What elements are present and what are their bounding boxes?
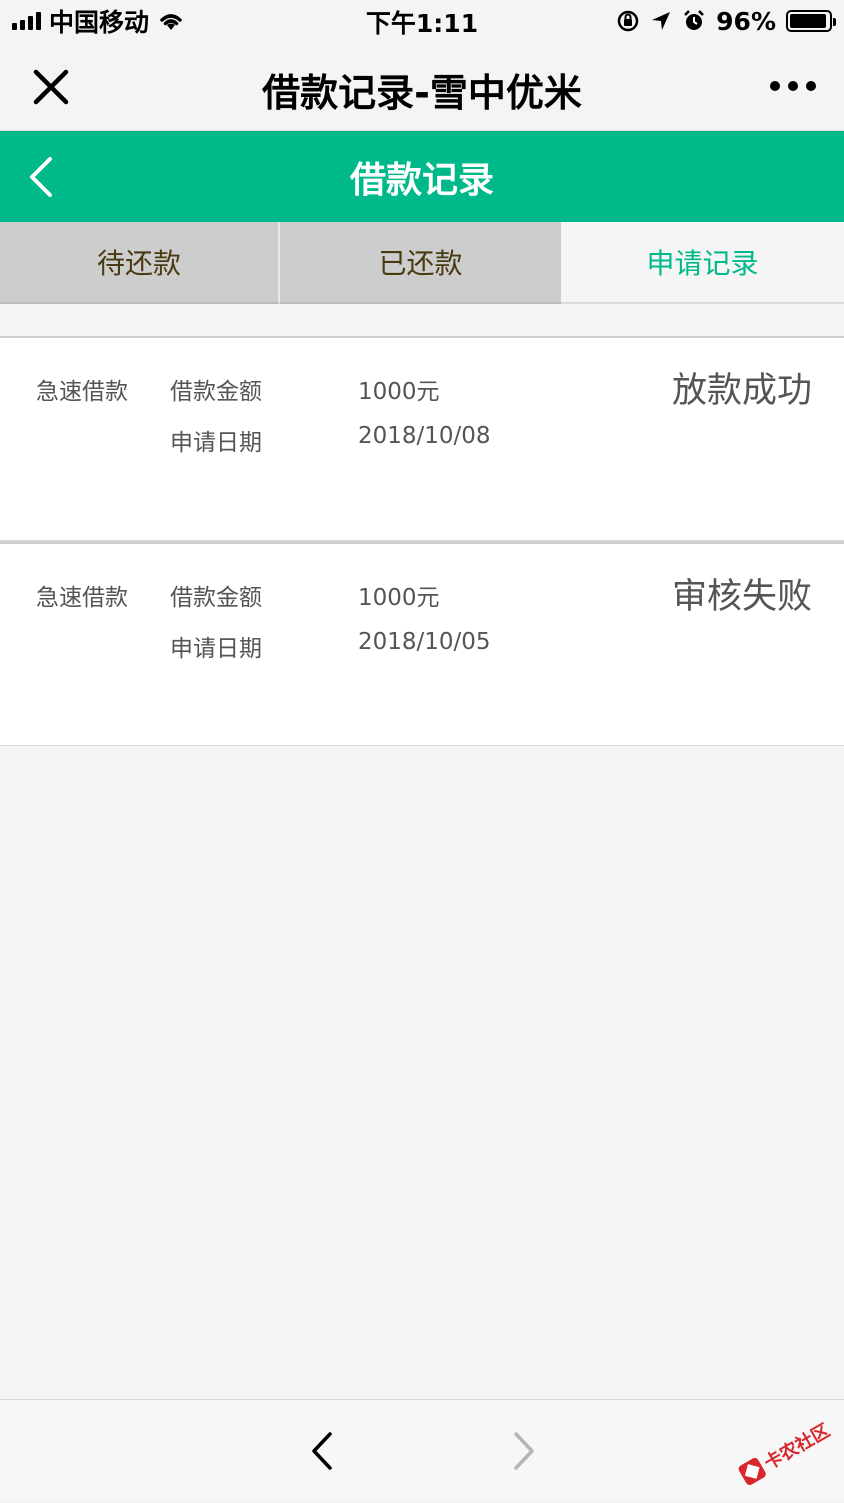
battery-icon	[786, 10, 836, 32]
alarm-icon	[684, 10, 705, 30]
date-label: 申请日期	[170, 430, 262, 456]
rotation-lock-icon	[617, 10, 639, 32]
amount-value: 1000元	[358, 585, 440, 611]
wechat-title-bar: 借款记录-雪中优米	[0, 44, 844, 131]
amount-value: 1000元	[358, 379, 440, 405]
date-value: 2018/10/05	[358, 629, 491, 655]
tab-pending-repayment[interactable]: 待还款	[0, 222, 280, 304]
list-item[interactable]: 急速借款 借款金额 1000元 申请日期 2018/10/05 审核失败	[0, 541, 844, 746]
loan-type: 急速借款	[36, 379, 128, 405]
amount-label: 借款金额	[170, 585, 262, 611]
page-title: 借款记录-雪中优米	[262, 71, 582, 115]
record-list: 急速借款 借款金额 1000元 申请日期 2018/10/08 放款成功 急速借…	[0, 336, 844, 746]
watermark-text: 卡农社区	[760, 1420, 834, 1475]
status-right: 96%	[616, 6, 836, 36]
date-value: 2018/10/08	[358, 423, 491, 449]
date-label: 申请日期	[170, 636, 262, 662]
header-title: 借款记录	[349, 160, 494, 201]
tab-repaid[interactable]: 已还款	[280, 222, 561, 304]
status-bar: 中国移动 下午1:11 96%	[0, 0, 844, 44]
nav-back-icon[interactable]	[308, 1430, 336, 1472]
battery-percent: 96%	[716, 6, 776, 36]
status-text: 放款成功	[671, 371, 812, 411]
list-item[interactable]: 急速借款 借款金额 1000元 申请日期 2018/10/08 放款成功	[0, 336, 844, 541]
nav-forward-icon[interactable]	[510, 1430, 538, 1472]
app-header: 借款记录	[0, 131, 844, 222]
tab-application-records[interactable]: 申请记录	[561, 222, 844, 304]
status-text: 审核失败	[671, 577, 812, 617]
amount-label: 借款金额	[170, 379, 262, 405]
browser-toolbar: 卡农社区	[0, 1399, 844, 1501]
location-arrow-icon	[652, 12, 671, 30]
battery-fill	[790, 14, 827, 28]
loan-type: 急速借款	[36, 585, 128, 611]
watermark-logo: 卡农社区	[728, 1401, 844, 1503]
more-options-button[interactable]	[770, 74, 816, 98]
tab-bar: 待还款 已还款 申请记录	[0, 222, 844, 306]
